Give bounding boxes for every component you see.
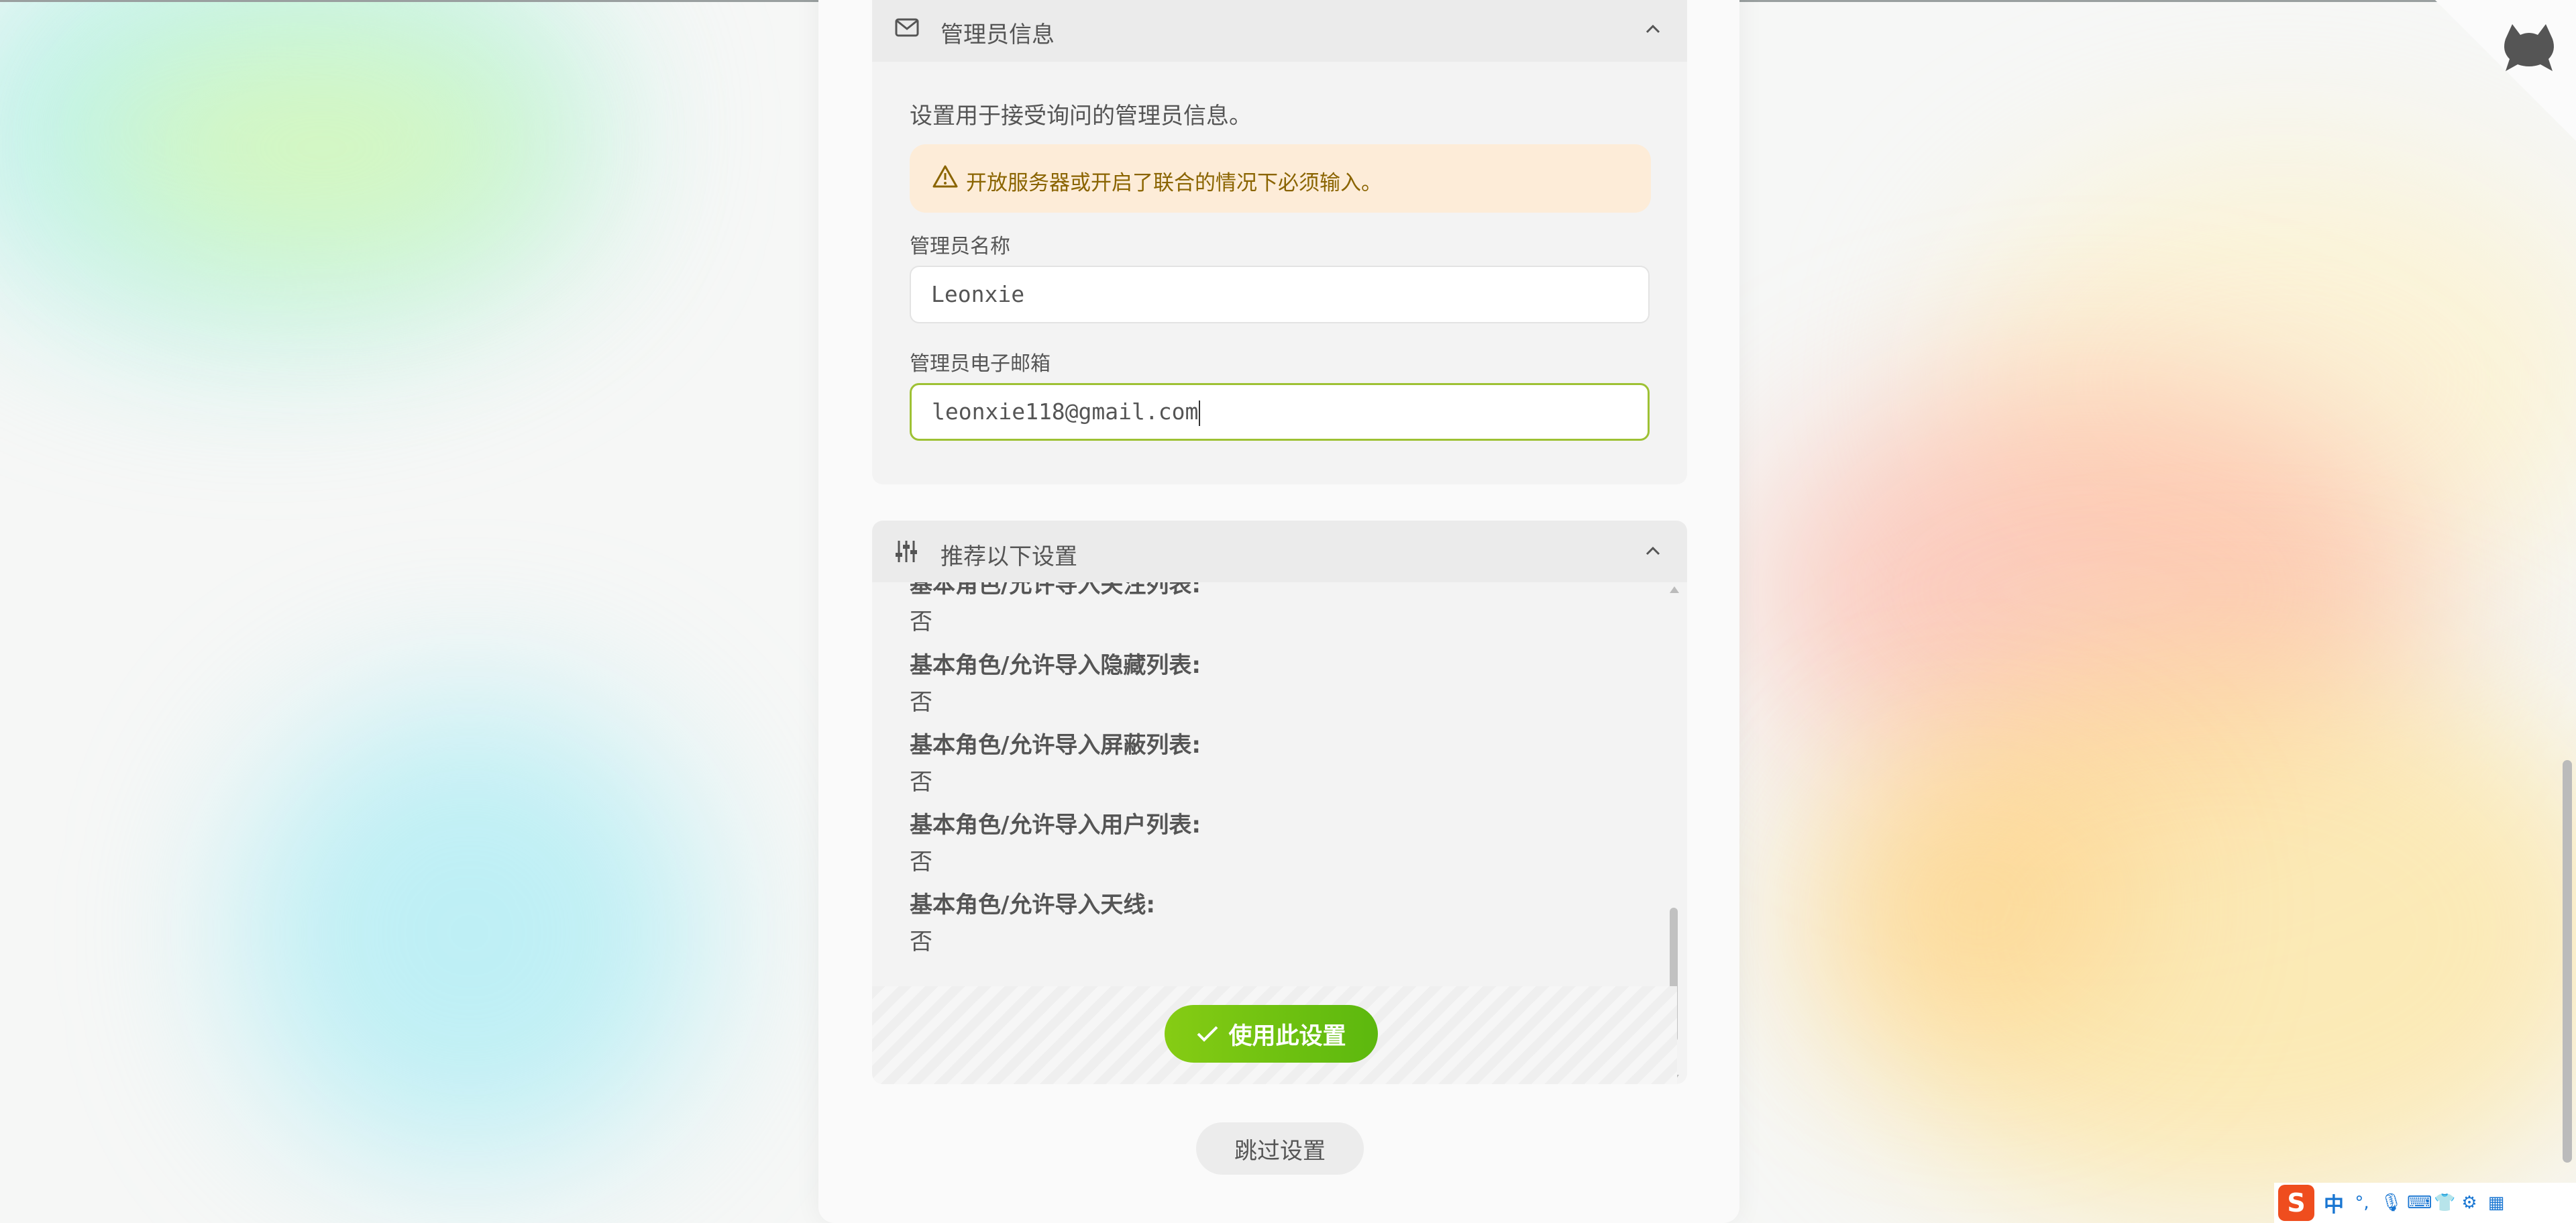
setting-label: 基本角色/允许导入隐藏列表: (910, 652, 1201, 679)
chevron-up-icon[interactable] (1642, 539, 1664, 562)
cat-icon[interactable] (2499, 19, 2559, 79)
skin-icon[interactable]: 👕 (2434, 1194, 2455, 1212)
admin-info-section: 管理员信息 设置用于接受询问的管理员信息。 开放服务器或开启了联合的情况下必须输… (872, 0, 1687, 484)
background-blob (87, 27, 557, 268)
setting-label: 基本角色/允许导入天线: (910, 892, 1156, 918)
warning-triangle-icon (932, 165, 958, 188)
list-item: 基本角色/允许导入天线: 否 (910, 886, 1155, 956)
setting-value: 否 (910, 608, 932, 635)
list-item: 基本角色/允许导入屏蔽列表: 否 (910, 727, 1201, 796)
check-icon (1197, 1026, 1218, 1042)
text-caret (1199, 400, 1201, 426)
admin-email-label: 管理员电子邮箱 (910, 352, 1051, 376)
page-scrollbar[interactable] (2563, 760, 2572, 1163)
microphone-icon[interactable]: 🎙 (2380, 1194, 2402, 1212)
admin-email-value: leonxie118@gmail.com (932, 398, 1199, 425)
setting-label: 基本角色/允许导入关注列表: (910, 582, 1201, 598)
admin-name-value: Leonxie (931, 281, 1025, 307)
admin-info-description: 设置用于接受询问的管理员信息。 (910, 103, 1252, 129)
tools-icon[interactable]: ⚙ (2461, 1194, 2478, 1212)
mail-icon (895, 18, 919, 37)
recommended-settings-section: 推荐以下设置 基本角色/允许导入关注列表: 否 基本角色/允许导入隐藏列表: 否… (872, 521, 1687, 1084)
admin-info-header[interactable]: 管理员信息 (872, 0, 1687, 62)
setting-label: 基本角色/允许导入屏蔽列表: (910, 732, 1201, 759)
list-item: 基本角色/允许导入关注列表: 否 (910, 582, 1201, 636)
recommended-settings-header[interactable]: 推荐以下设置 (872, 521, 1687, 582)
punctuation-icon[interactable]: °, (2353, 1194, 2371, 1212)
settings-list: 基本角色/允许导入关注列表: 否 基本角色/允许导入隐藏列表: 否 基本角色/允… (910, 582, 1641, 971)
list-item: 基本角色/允许导入隐藏列表: 否 (910, 647, 1201, 716)
setting-value: 否 (910, 769, 932, 796)
recommended-settings-title: 推荐以下设置 (941, 543, 1077, 570)
setting-label: 基本角色/允许导入用户列表: (910, 812, 1201, 839)
use-settings-button[interactable]: 使用此设置 (1165, 1005, 1378, 1063)
chevron-up-icon[interactable] (1642, 17, 1664, 40)
scroll-up-arrow[interactable] (1670, 586, 1679, 593)
admin-info-title: 管理员信息 (941, 21, 1055, 48)
background-blob (1811, 772, 2147, 1040)
use-settings-label: 使用此设置 (1228, 1022, 1346, 1050)
skip-setup-button[interactable]: 跳过设置 (1196, 1122, 1364, 1175)
ime-toolbar: S 中 °, 🎙 ⌨ 👕 ⚙ ▦ (2274, 1183, 2576, 1223)
admin-name-label: 管理员名称 (910, 235, 1010, 258)
grid-icon[interactable]: ▦ (2487, 1194, 2505, 1212)
settings-footer: 使用此设置 (872, 986, 1677, 1084)
required-warning: 开放服务器或开启了联合的情况下必须输入。 (910, 144, 1651, 213)
ime-mode[interactable]: 中 (2324, 1188, 2344, 1218)
keyboard-icon[interactable]: ⌨ (2407, 1194, 2432, 1212)
admin-name-input[interactable]: Leonxie (910, 266, 1650, 323)
sliders-icon (896, 541, 917, 562)
ime-logo-icon[interactable]: S (2278, 1185, 2314, 1221)
setting-value: 否 (910, 928, 932, 955)
background-blob (235, 698, 704, 1167)
setting-value: 否 (910, 849, 932, 875)
setting-value: 否 (910, 689, 932, 716)
warning-text: 开放服务器或开启了联合的情况下必须输入。 (966, 171, 1382, 195)
list-item: 基本角色/允许导入用户列表: 否 (910, 806, 1201, 876)
admin-email-input[interactable]: leonxie118@gmail.com (910, 383, 1650, 441)
